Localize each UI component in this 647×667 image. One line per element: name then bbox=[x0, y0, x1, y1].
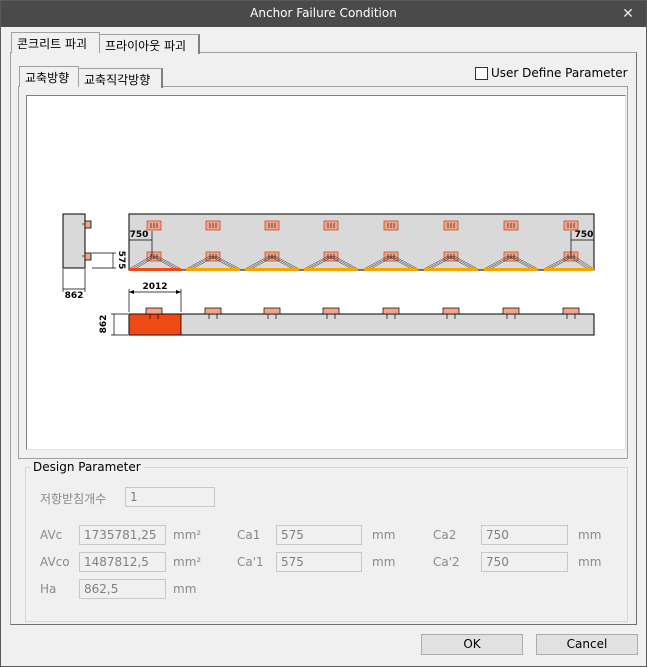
ca1-prime-label: Ca'1 bbox=[237, 555, 264, 569]
ca1-label: Ca1 bbox=[237, 528, 261, 542]
user-define-label: User Define Parameter bbox=[491, 66, 628, 80]
ha-field[interactable]: 862,5 bbox=[79, 579, 166, 599]
elevation-anchor-plate bbox=[562, 307, 580, 315]
ha-unit: mm bbox=[173, 582, 197, 596]
elevation-anchor-plate bbox=[322, 307, 340, 315]
avco-field[interactable]: 1487812,5 bbox=[79, 552, 166, 572]
tab-perpendicular-axis[interactable]: 교축직각방향 bbox=[79, 68, 163, 88]
close-icon[interactable]: ✕ bbox=[618, 4, 638, 24]
ok-button[interactable]: OK bbox=[421, 634, 523, 655]
failure-cone-base bbox=[544, 268, 594, 271]
dim-elevation-height: 862 bbox=[99, 315, 109, 334]
dim-left-edge: 750 bbox=[130, 230, 149, 240]
failure-cone-base bbox=[424, 268, 478, 271]
elevation-anchor-plate bbox=[502, 307, 520, 315]
dim-elevation-width: 2012 bbox=[142, 282, 167, 292]
failure-cone-base bbox=[364, 268, 418, 271]
failure-cone-base bbox=[304, 268, 358, 271]
user-define-checkbox[interactable] bbox=[475, 67, 488, 80]
resist-count-label: 저항받침개수 bbox=[40, 492, 107, 506]
tab-concrete-failure[interactable]: 콘크리트 파괴 bbox=[11, 32, 100, 53]
avc-field[interactable]: 1735781,25 bbox=[79, 525, 166, 545]
ca2-label: Ca2 bbox=[433, 528, 457, 542]
ha-label: Ha bbox=[40, 582, 57, 596]
dim-section-width: 862 bbox=[65, 291, 84, 301]
drawing-canvas: 862 575 750 750 2012 862 bbox=[26, 95, 626, 450]
dim-right-edge: 750 bbox=[575, 230, 594, 240]
failure-cone-base bbox=[186, 268, 240, 271]
avco-unit: mm² bbox=[173, 555, 202, 569]
cancel-button[interactable]: Cancel bbox=[536, 634, 638, 655]
resist-count-field[interactable]: 1 bbox=[125, 487, 215, 507]
plan-view: 750 750 bbox=[128, 213, 595, 271]
ca1-prime-unit: mm bbox=[372, 555, 396, 569]
ca1-unit: mm bbox=[372, 528, 396, 542]
elevation-anchor-plate bbox=[145, 307, 163, 315]
ca1-field[interactable]: 575 bbox=[276, 525, 362, 545]
failure-cone-base bbox=[484, 268, 538, 271]
section-view: 862 575 bbox=[62, 213, 126, 301]
ca2-field[interactable]: 750 bbox=[481, 525, 568, 545]
design-parameter-legend: Design Parameter bbox=[30, 460, 144, 474]
ca2-prime-field[interactable]: 750 bbox=[481, 552, 568, 572]
avco-label: AVco bbox=[40, 555, 70, 569]
elevation-anchor-plate bbox=[204, 307, 222, 315]
ca2-unit: mm bbox=[578, 528, 602, 542]
window-title: Anchor Failure Condition bbox=[250, 6, 397, 20]
elevation-failure-zone bbox=[128, 313, 182, 336]
tab-bridge-axis[interactable]: 교축방향 bbox=[19, 66, 79, 87]
elevation-anchor-plate bbox=[263, 307, 281, 315]
failure-cone-base bbox=[245, 268, 299, 271]
ca2-prime-unit: mm bbox=[578, 555, 602, 569]
ca2-prime-label: Ca'2 bbox=[433, 555, 460, 569]
failure-cone-base bbox=[129, 268, 181, 271]
tab-pryout-failure[interactable]: 프라이아웃 파괴 bbox=[100, 34, 200, 54]
ca1-prime-field[interactable]: 575 bbox=[276, 552, 362, 572]
elevation-anchor-plate bbox=[382, 307, 400, 315]
title-bar: Anchor Failure Condition ✕ bbox=[1, 1, 646, 27]
avc-label: AVc bbox=[40, 528, 63, 542]
avc-unit: mm² bbox=[173, 528, 202, 542]
elevation-anchor-plate bbox=[442, 307, 460, 315]
dim-section-height: 575 bbox=[116, 251, 126, 270]
elevation-view: 2012 862 bbox=[99, 282, 595, 336]
